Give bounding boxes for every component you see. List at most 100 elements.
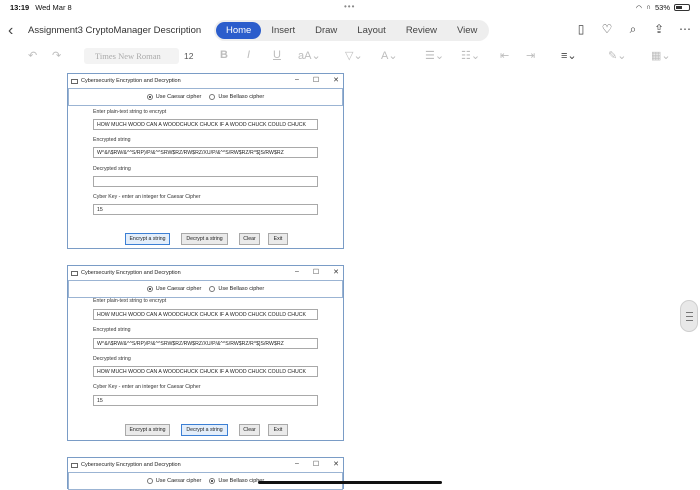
close-icon[interactable]: ✕	[333, 268, 339, 276]
multitask-dots-icon[interactable]: •••	[344, 2, 355, 11]
document-canvas[interactable]: Cybersecurity Encryption and Decryption …	[0, 70, 700, 490]
maximize-icon[interactable]: ☐	[313, 76, 319, 84]
window-titlebar: Cybersecurity Encryption and Decryption …	[68, 458, 343, 472]
tab-insert[interactable]: Insert	[261, 22, 305, 39]
plain-text-input[interactable]: HOW MUCH WOOD CAN A WOODCHUCK CHUCK IF A…	[93, 309, 318, 320]
highlight-icon[interactable]: ▽⌄	[345, 49, 363, 62]
exit-button[interactable]: Exit	[268, 233, 288, 245]
radio-selected-icon	[209, 478, 216, 484]
tab-draw[interactable]: Draw	[305, 22, 347, 39]
maximize-icon[interactable]: ☐	[313, 268, 319, 276]
minimize-icon[interactable]: –	[295, 460, 299, 468]
underline-icon[interactable]: U	[273, 49, 281, 61]
status-date: Wed Mar 8	[35, 2, 72, 12]
window-title: Cybersecurity Encryption and Decryption	[81, 270, 181, 276]
undo-icon[interactable]: ↶	[28, 49, 37, 62]
scroll-handle[interactable]	[680, 300, 698, 332]
font-color-icon[interactable]: A⌄	[381, 49, 398, 62]
formatting-toolbar: ↶ ↷ Times New Roman 12 B I U aA⌄ ▽⌄ A⌄ ☰…	[0, 46, 700, 68]
bullets-icon[interactable]: ☰⌄	[425, 49, 444, 62]
font-name-field[interactable]: Times New Roman	[84, 48, 179, 64]
share-icon[interactable]: ⇪	[652, 22, 666, 37]
minimize-icon[interactable]: –	[295, 76, 299, 84]
cyber-key-label: Cyber Key - enter an integer for Caesar …	[93, 194, 201, 200]
bellaso-radio[interactable]: Use Bellaso cipher	[209, 94, 264, 100]
outdent-icon[interactable]: ⇤	[500, 49, 509, 62]
lightbulb-icon[interactable]: ♡	[600, 22, 614, 37]
plain-text-input[interactable]: HOW MUCH WOOD CAN A WOODCHUCK CHUCK IF A…	[93, 119, 318, 130]
bellaso-radio[interactable]: Use Bellaso cipher	[209, 286, 264, 292]
plain-text-label: Enter plain-text string to encrypt	[93, 109, 167, 115]
indent-icon[interactable]: ⇥	[526, 49, 535, 62]
minimize-icon[interactable]: –	[295, 268, 299, 276]
paragraph-align-icon[interactable]: ≡⌄	[561, 49, 577, 62]
encrypted-text-field[interactable]: W^&/\$RW/&^^S/RP)/P/&^^SRW$RZ/RW$RZ/XU/P…	[93, 338, 318, 349]
tab-review[interactable]: Review	[396, 22, 447, 39]
close-icon[interactable]: ✕	[333, 76, 339, 84]
caesar-radio-label: Use Caesar cipher	[155, 478, 202, 484]
encrypt-button[interactable]: Encrypt a string	[125, 233, 170, 245]
top-right-icons: ▯ ♡ ⌕ ⇪ ⋯	[574, 22, 692, 37]
decrypt-button[interactable]: Decrypt a string	[181, 233, 228, 245]
cyber-key-input[interactable]: 15	[93, 395, 318, 406]
status-bar: 13:19 Wed Mar 8 ••• ◠ ∩ 53%	[0, 0, 700, 14]
app-window-icon	[71, 78, 78, 84]
maximize-icon[interactable]: ☐	[313, 460, 319, 468]
font-size-field[interactable]: 12	[184, 51, 193, 61]
numbering-icon[interactable]: ☷⌄	[461, 49, 480, 62]
more-options-icon[interactable]: ⋯	[678, 22, 692, 37]
search-icon[interactable]: ⌕	[626, 22, 640, 37]
decrypted-text-field[interactable]	[93, 176, 318, 187]
close-icon[interactable]: ✕	[333, 460, 339, 468]
crypto-window-1: Cybersecurity Encryption and Decryption …	[67, 73, 344, 249]
caesar-radio-label: Use Caesar cipher	[155, 286, 202, 292]
caesar-radio[interactable]: Use Caesar cipher	[146, 94, 202, 100]
italic-icon[interactable]: I	[247, 49, 250, 61]
exit-button[interactable]: Exit	[268, 424, 288, 436]
window-titlebar: Cybersecurity Encryption and Decryption …	[68, 266, 343, 280]
app-window-icon	[71, 462, 78, 468]
window-controls: – ☐ ✕	[295, 460, 339, 468]
window-titlebar: Cybersecurity Encryption and Decryption …	[68, 74, 343, 88]
insert-table-icon[interactable]: ▦⌄	[651, 49, 671, 62]
crypto-window-2: Cybersecurity Encryption and Decryption …	[67, 265, 344, 441]
caesar-radio[interactable]: Use Caesar cipher	[146, 286, 202, 292]
bellaso-radio[interactable]: Use Bellaso cipher	[209, 478, 264, 484]
app-header: ‹ Assignment3 CryptoManager Description …	[0, 18, 700, 44]
tab-view[interactable]: View	[447, 22, 487, 39]
encrypt-button[interactable]: Encrypt a string	[125, 424, 170, 436]
bold-icon[interactable]: B	[220, 49, 228, 61]
styles-icon[interactable]: ✎⌄	[608, 49, 626, 62]
decrypt-button[interactable]: Decrypt a string	[181, 424, 228, 436]
battery-icon	[674, 4, 690, 11]
caesar-radio[interactable]: Use Caesar cipher	[146, 478, 202, 484]
radio-unselected-icon	[209, 286, 216, 292]
window-title: Cybersecurity Encryption and Decryption	[81, 78, 181, 84]
encrypted-label: Encrypted string	[93, 327, 131, 333]
document-title[interactable]: Assignment3 CryptoManager Description	[28, 25, 201, 36]
phone-view-icon[interactable]: ▯	[574, 22, 588, 37]
tab-home[interactable]: Home	[216, 22, 262, 39]
radio-unselected-icon	[209, 94, 216, 100]
status-time: 13:19	[10, 2, 30, 12]
window-controls: – ☐ ✕	[295, 268, 339, 276]
clear-button[interactable]: Clear	[239, 424, 260, 436]
text-effects-icon[interactable]: aA⌄	[298, 49, 321, 62]
radio-selected-icon	[146, 286, 153, 292]
tab-layout[interactable]: Layout	[347, 22, 396, 39]
encrypted-text-field[interactable]: W^&/\$RW/&^^S/RP)/P/&^^SRW$RZ/RW$RZ/XU/P…	[93, 147, 318, 158]
radio-selected-icon	[146, 94, 153, 100]
clear-button[interactable]: Clear	[239, 233, 260, 245]
decrypted-text-field[interactable]: HOW MUCH WOOD CAN A WOODCHUCK CHUCK IF A…	[93, 366, 318, 377]
cyber-key-label: Cyber Key - enter an integer for Caesar …	[93, 384, 201, 390]
status-right: ◠ ∩ 53%	[636, 3, 690, 12]
redo-icon[interactable]: ↷	[52, 49, 61, 62]
home-indicator[interactable]	[258, 481, 442, 484]
window-title: Cybersecurity Encryption and Decryption	[81, 462, 181, 468]
radio-unselected-icon	[146, 478, 153, 484]
crypto-window-3: Cybersecurity Encryption and Decryption …	[67, 457, 344, 490]
back-chevron-icon[interactable]: ‹	[8, 22, 13, 40]
caesar-radio-label: Use Caesar cipher	[155, 94, 202, 100]
app-window-icon	[71, 270, 78, 276]
cyber-key-input[interactable]: 15	[93, 204, 318, 215]
